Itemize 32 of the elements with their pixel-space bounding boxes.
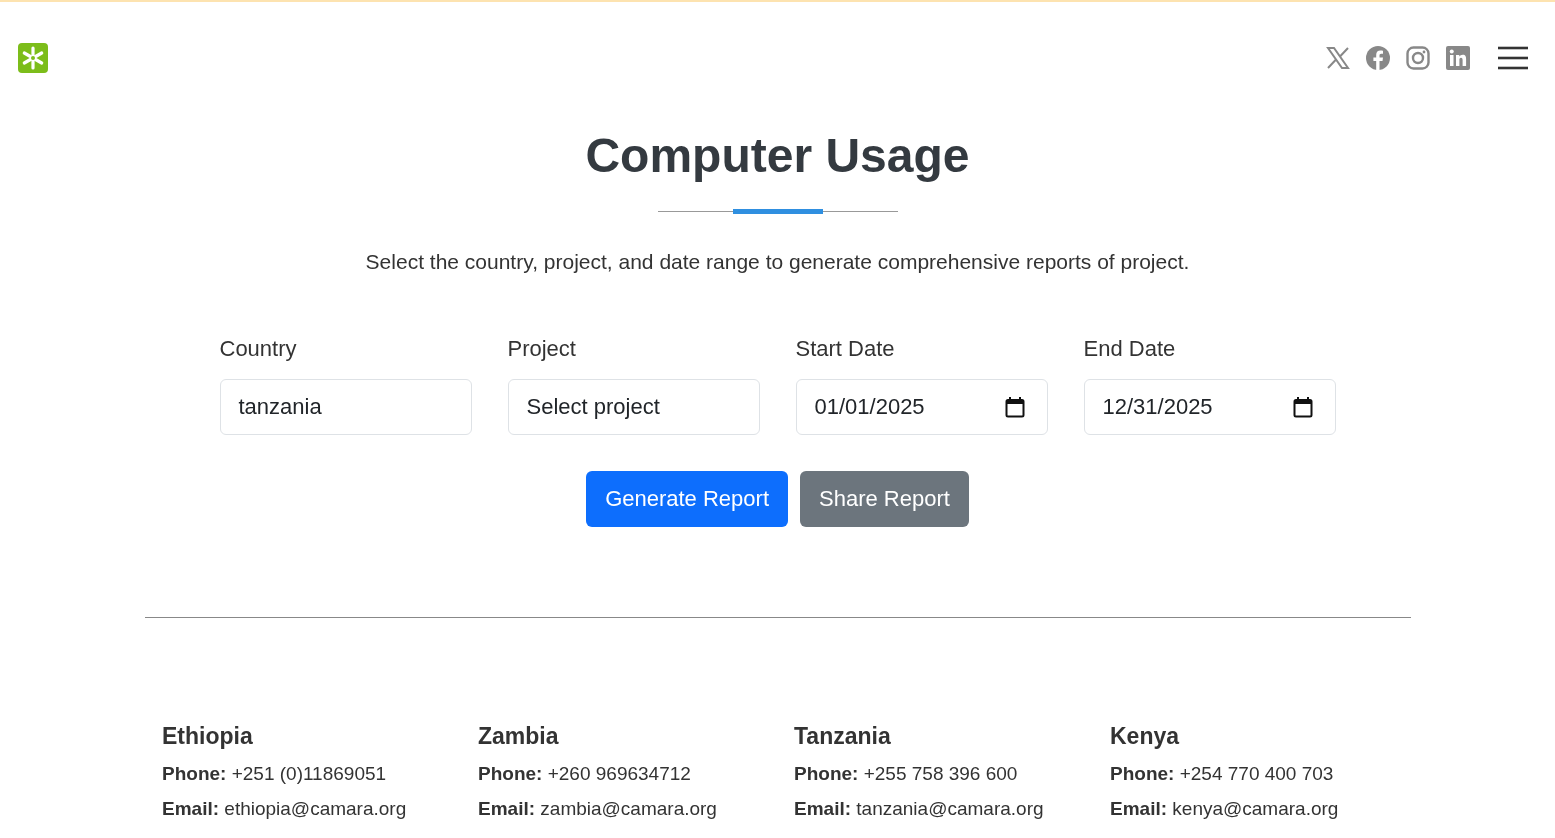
field-label: Project (507, 336, 577, 362)
field-label: End Date (1083, 336, 1177, 362)
logo-icon[interactable] (18, 43, 48, 73)
page-description: Select the country, project, and date range to generate comprehensive reports of project. (365, 250, 1190, 274)
office-country: Zambia (478, 723, 560, 750)
office-email: Email: kenya@camara.org (1110, 798, 1340, 820)
calendar-icon[interactable] (1004, 396, 1025, 418)
facebook-icon[interactable] (1366, 46, 1390, 70)
office-email: Email: tanzania@camara.org (794, 798, 1045, 820)
office-phone: Phone: +254 770 400 703 (1110, 763, 1335, 785)
office-email: Email: zambia@camara.org (478, 798, 718, 820)
office-country: Ethiopia (162, 723, 254, 750)
office-phone: Phone: +260 969634712 (478, 763, 692, 785)
field-label: Start Date (795, 336, 896, 362)
linkedin-icon[interactable] (1446, 46, 1470, 70)
date-field[interactable]: 01/01/2025 (795, 379, 1048, 435)
calendar-icon[interactable] (1292, 396, 1313, 418)
office-phone: Phone: +251 (0)11869051 (162, 763, 388, 785)
instagram-icon[interactable] (1406, 46, 1430, 70)
x-icon[interactable] (1326, 46, 1350, 70)
page-title: Computer Usage (585, 128, 970, 184)
country-field[interactable]: tanzania (219, 379, 472, 435)
menu-icon[interactable] (1498, 46, 1528, 70)
generate-report-button[interactable]: Generate Report (586, 471, 788, 527)
share-report-button[interactable]: Share Report (800, 471, 969, 527)
office-email: Email: ethiopia@camara.org (162, 798, 408, 820)
project-dropdown[interactable]: Select project (507, 379, 760, 435)
office-phone: Phone: +255 758 396 600 (794, 763, 1019, 785)
office-country: Kenya (1110, 723, 1181, 750)
field-label: Country (219, 336, 298, 362)
date-field[interactable]: 12/31/2025 (1083, 379, 1336, 435)
office-country: Tanzania (794, 723, 892, 750)
